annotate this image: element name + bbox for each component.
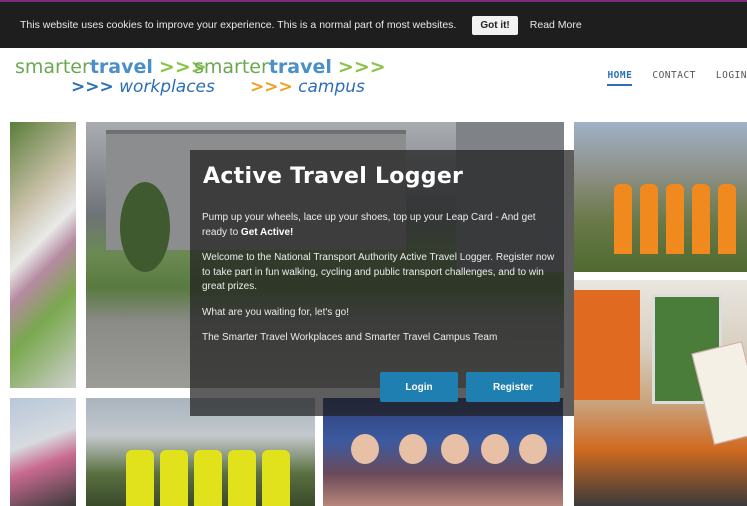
panel-intro-bold: Get Active! <box>240 226 294 238</box>
panel-body: Pump up your wheels, lace up your shoes,… <box>202 211 562 346</box>
photo-orange-team <box>574 122 747 272</box>
photo-person <box>262 450 290 506</box>
photo-person <box>228 450 256 506</box>
smarter-travel-campus-logo[interactable]: smartertravel >>> >>> campus <box>194 58 386 96</box>
photo-face <box>351 434 379 464</box>
logo2-word-smarter: smarter <box>194 56 269 78</box>
logo1-word-smarter: smarter <box>15 56 90 78</box>
login-button[interactable]: Login <box>380 372 458 402</box>
photo-face <box>519 434 547 464</box>
panel-signoff-text: The Smarter Travel Workplaces and Smarte… <box>202 332 498 343</box>
photo-tree <box>120 182 170 272</box>
photo-person <box>614 184 632 254</box>
photo-person <box>666 184 684 254</box>
cookie-read-more-link[interactable]: Read More <box>530 19 582 31</box>
photo-cyclists-left <box>10 122 76 388</box>
panel-title: Active Travel Logger <box>203 164 464 189</box>
logo1-word-travel: travel <box>89 56 153 78</box>
logo2-word-travel: travel <box>268 56 332 78</box>
panel-intro: Pump up your wheels, lace up your shoes,… <box>202 211 562 240</box>
photo-sign <box>574 290 640 400</box>
nav-home[interactable]: HOME <box>607 70 633 86</box>
photo-face <box>441 434 469 464</box>
photo-person <box>718 184 736 254</box>
logo2-arrows-icon: >>> <box>337 56 386 78</box>
page: This website uses cookies to improve you… <box>0 0 747 506</box>
cookie-banner: This website uses cookies to improve you… <box>0 0 747 48</box>
site-header: smartertravel >>> >>> workplaces smarter… <box>0 48 747 120</box>
panel-welcome-text: Welcome to the National Transport Author… <box>202 252 555 292</box>
logo1-line2-arrows-icon: >>> <box>71 77 114 97</box>
logo2-campus: campus <box>298 77 365 97</box>
nav-login[interactable]: LOGIN <box>716 70 747 86</box>
panel-cta-text: What are you waiting for, let's go! <box>202 306 349 318</box>
photo-person <box>126 450 154 506</box>
photo-campus-stand <box>574 280 747 506</box>
main-nav: HOME CONTACT LOGIN <box>607 70 747 86</box>
photo-person <box>160 450 188 506</box>
photo-runners-left <box>10 398 76 506</box>
cookie-message: This website uses cookies to improve you… <box>20 19 457 31</box>
photo-face <box>399 434 427 464</box>
smarter-travel-workplaces-logo[interactable]: smartertravel >>> >>> workplaces <box>15 58 215 96</box>
photo-face <box>481 434 509 464</box>
welcome-panel: Active Travel Logger Pump up your wheels… <box>190 150 574 416</box>
nav-contact[interactable]: CONTACT <box>652 70 696 86</box>
photo-person <box>194 450 222 506</box>
register-button[interactable]: Register <box>466 372 560 402</box>
logo2-line2-arrows-icon: >>> <box>250 77 293 97</box>
cookie-accept-button[interactable]: Got it! <box>472 15 518 35</box>
photo-person <box>640 184 658 254</box>
photo-person <box>692 184 710 254</box>
